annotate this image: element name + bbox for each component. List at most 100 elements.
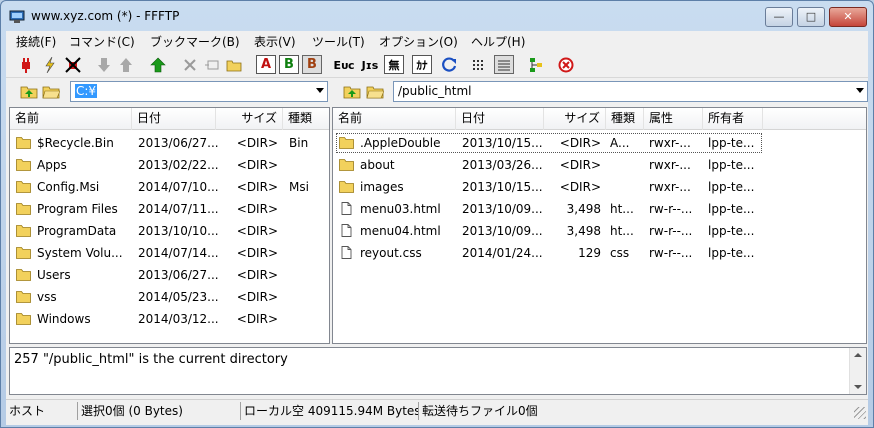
table-row[interactable]: menu04.html 2013/10/09... 3,498 ht... rw-r--… bbox=[333, 220, 866, 242]
table-row[interactable]: Apps 2013/02/22... <DIR> bbox=[10, 154, 329, 176]
folder-icon bbox=[16, 291, 31, 303]
local-col-type[interactable]: 種類 bbox=[283, 108, 329, 130]
jis-kanji-button[interactable]: Jɪs bbox=[358, 55, 382, 75]
log-window[interactable]: 257 "/public_html" is the current direct… bbox=[9, 347, 867, 395]
remote-cell-size: 3,498 bbox=[566, 202, 601, 216]
table-row[interactable]: .AppleDouble 2013/10/15... <DIR> A... rwxr-.… bbox=[333, 132, 866, 154]
table-row[interactable]: images 2013/10/15... <DIR> rwxr-... lpp-te..… bbox=[333, 176, 866, 198]
resize-grip[interactable] bbox=[854, 407, 866, 419]
local-cell-type bbox=[289, 154, 329, 176]
local-cell-date: 2013/06/27... bbox=[138, 268, 218, 282]
local-cell-name: ProgramData bbox=[37, 224, 117, 238]
remote-cell-type: A... bbox=[610, 136, 630, 150]
table-row[interactable]: Config.Msi 2014/07/10... <DIR> Msi bbox=[10, 176, 329, 198]
remote-path-combo[interactable]: /public_html bbox=[393, 81, 868, 102]
folder-icon bbox=[16, 181, 31, 193]
details-view-icon[interactable] bbox=[494, 55, 514, 74]
table-row[interactable]: about 2013/03/26... <DIR> rwxr-... lpp-te... bbox=[333, 154, 866, 176]
local-col-date[interactable]: 日付 bbox=[132, 108, 216, 130]
local-cell-name: vss bbox=[37, 290, 57, 304]
local-open-folder-icon[interactable] bbox=[42, 83, 60, 99]
menu-tools[interactable]: ツール(T) bbox=[312, 33, 365, 50]
status-host: ホスト bbox=[6, 402, 78, 420]
remote-cell-size: <DIR> bbox=[559, 180, 601, 194]
local-parent-folder-icon[interactable] bbox=[20, 83, 38, 99]
remote-cell-name: menu03.html bbox=[360, 202, 441, 216]
status-local-free: ローカル空 409115.94M Bytes bbox=[241, 402, 419, 420]
rename-icon[interactable] bbox=[202, 55, 222, 75]
local-cell-size: <DIR> bbox=[236, 268, 278, 282]
local-cell-size: <DIR> bbox=[236, 136, 278, 150]
folder-icon bbox=[16, 247, 31, 259]
connect-icon[interactable] bbox=[16, 55, 36, 75]
local-cell-type: Bin bbox=[289, 136, 309, 150]
menu-help[interactable]: ヘルプ(H) bbox=[471, 33, 525, 50]
disconnect-icon[interactable] bbox=[63, 55, 83, 75]
remote-col-attr[interactable]: 属性 bbox=[644, 108, 703, 130]
minimize-button[interactable]: — bbox=[765, 7, 793, 27]
quick-connect-icon[interactable] bbox=[40, 55, 60, 75]
list-view-icon[interactable] bbox=[470, 55, 490, 75]
chevron-down-icon[interactable] bbox=[316, 88, 324, 93]
maximize-button[interactable]: □ bbox=[797, 7, 825, 27]
folder-sync-icon[interactable] bbox=[526, 55, 546, 75]
title-bar[interactable]: www.xyz.com (*) - FFFTP — □ ✕ bbox=[1, 1, 873, 31]
remote-file-list[interactable]: 名前 日付 サイズ 種類 属性 所有者 .AppleDouble 2013/10/… bbox=[332, 107, 867, 344]
remote-cell-date: 2013/10/09... bbox=[462, 202, 543, 216]
table-row[interactable]: ProgramData 2013/10/10... <DIR> bbox=[10, 220, 329, 242]
remote-cell-name: about bbox=[360, 158, 395, 172]
menu-options[interactable]: オプション(O) bbox=[379, 33, 458, 50]
menu-bookmark[interactable]: ブックマーク(B) bbox=[150, 33, 240, 50]
new-folder-icon[interactable] bbox=[224, 55, 244, 75]
local-col-name[interactable]: 名前 bbox=[10, 108, 132, 130]
ascii-mode-button[interactable]: A bbox=[256, 55, 276, 74]
download-icon[interactable] bbox=[94, 55, 114, 75]
scroll-down-icon[interactable] bbox=[854, 385, 862, 389]
binary-mode-button[interactable]: B bbox=[279, 55, 299, 74]
table-row[interactable]: Windows 2014/03/12... <DIR> bbox=[10, 308, 329, 330]
no-conversion-button[interactable]: 無 bbox=[384, 55, 404, 74]
mirror-upload-icon[interactable] bbox=[148, 55, 168, 75]
scroll-up-icon[interactable] bbox=[854, 353, 862, 357]
remote-col-owner[interactable]: 所有者 bbox=[703, 108, 763, 130]
stop-icon[interactable] bbox=[556, 55, 576, 75]
folder-icon bbox=[339, 181, 354, 193]
folder-icon bbox=[16, 159, 31, 171]
delete-icon[interactable] bbox=[180, 55, 200, 75]
auto-mode-button[interactable]: B bbox=[302, 55, 322, 74]
kana-conversion-button[interactable]: ｶﾅ bbox=[412, 55, 432, 74]
table-row[interactable]: menu03.html 2013/10/09... 3,498 ht... rw-r--… bbox=[333, 198, 866, 220]
remote-open-folder-icon[interactable] bbox=[366, 83, 384, 99]
log-scrollbar[interactable] bbox=[849, 348, 866, 394]
menu-connect[interactable]: 接続(F) bbox=[16, 33, 56, 50]
remote-col-size[interactable]: サイズ bbox=[544, 108, 606, 130]
remote-col-type[interactable]: 種類 bbox=[606, 108, 644, 130]
close-button[interactable]: ✕ bbox=[829, 7, 867, 27]
menu-view[interactable]: 表示(V) bbox=[254, 33, 296, 50]
local-col-size[interactable]: サイズ bbox=[216, 108, 283, 130]
remote-col-name[interactable]: 名前 bbox=[333, 108, 456, 130]
table-row[interactable]: System Volu... 2014/07/14... <DIR> bbox=[10, 242, 329, 264]
local-file-list[interactable]: 名前 日付 サイズ 種類 $Recycle.Bin 2013/06/27... <D… bbox=[9, 107, 330, 344]
table-row[interactable]: vss 2014/05/23... <DIR> bbox=[10, 286, 329, 308]
local-cell-size: <DIR> bbox=[236, 224, 278, 238]
chevron-down-icon[interactable] bbox=[856, 88, 864, 93]
remote-cell-type: ht... bbox=[610, 202, 634, 216]
euc-kanji-button[interactable]: Eᴜᴄ bbox=[332, 55, 356, 75]
local-path-combo[interactable]: C:¥ bbox=[70, 81, 328, 102]
remote-cell-name: menu04.html bbox=[360, 224, 441, 238]
remote-cell-type bbox=[610, 154, 643, 176]
refresh-icon[interactable] bbox=[440, 55, 460, 75]
app-window: www.xyz.com (*) - FFFTP — □ ✕ 接続(F) コマンド… bbox=[0, 0, 874, 428]
remote-list-header: 名前 日付 サイズ 種類 属性 所有者 bbox=[333, 108, 866, 130]
remote-col-date[interactable]: 日付 bbox=[456, 108, 544, 130]
table-row[interactable]: $Recycle.Bin 2013/06/27... <DIR> Bin bbox=[10, 132, 329, 154]
remote-parent-folder-icon[interactable] bbox=[343, 83, 361, 99]
menu-command[interactable]: コマンド(C) bbox=[69, 33, 135, 50]
toolbar: A B B Eᴜᴄ Jɪs 無 ｶﾅ bbox=[6, 52, 868, 78]
table-row[interactable]: Users 2013/06/27... <DIR> bbox=[10, 264, 329, 286]
table-row[interactable]: reyout.css 2014/01/24... 129 css rw-r--... lp… bbox=[333, 242, 866, 264]
upload-icon[interactable] bbox=[116, 55, 136, 75]
table-row[interactable]: Program Files 2014/07/11... <DIR> bbox=[10, 198, 329, 220]
remote-cell-name: .AppleDouble bbox=[360, 136, 441, 150]
